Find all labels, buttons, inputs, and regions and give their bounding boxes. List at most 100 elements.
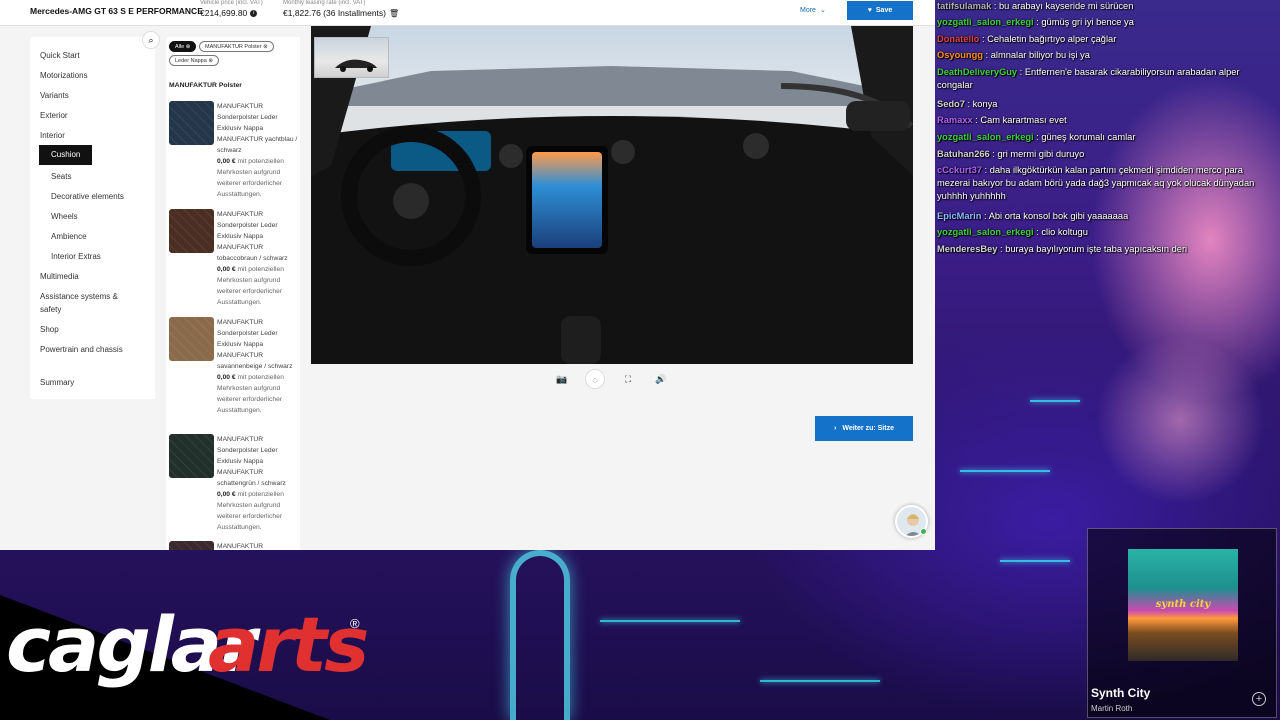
upholstery-swatch <box>169 101 214 145</box>
sidebar-item-summary[interactable]: Summary <box>40 376 140 389</box>
chat-username[interactable]: Batuhan266 <box>937 149 990 159</box>
chat-text: gri mermi gibi duruyo <box>997 149 1085 159</box>
leasing-block: Monthly leasing rate (incl. VAT) €1,822.… <box>283 0 399 18</box>
option-card[interactable]: MANUFAKTUR Sonderpolster Leder Exklusiv … <box>169 209 299 319</box>
option-text: MANUFAKTUR Sonderpolster Leder Exklusiv … <box>217 317 299 416</box>
chat-text: clio koltugu <box>1041 227 1088 237</box>
option-card[interactable]: MANUFAKTUR <box>169 541 299 550</box>
chat-separator: : <box>991 1 1000 11</box>
trash-icon[interactable]: 🗑 <box>389 9 399 18</box>
leasing-value: €1,822.76 (36 Installments) <box>283 8 387 18</box>
sidebar-item-assistance[interactable]: Assistance systems & safety <box>40 290 140 316</box>
sidebar-nav: ⌕ Quick Start Motorizations Variants Ext… <box>30 31 160 399</box>
chat-username[interactable]: tatifsulamak <box>937 1 991 11</box>
upholstery-swatch <box>169 541 214 550</box>
option-card[interactable]: MANUFAKTUR Sonderpolster Leder Exklusiv … <box>169 101 299 211</box>
sidebar-item-multimedia[interactable]: Multimedia <box>40 270 140 283</box>
options-heading: MANUFAKTUR Polster <box>169 82 242 89</box>
chat-username[interactable]: yozgatli_salon_erkegi <box>937 132 1034 142</box>
option-text: MANUFAKTUR <box>217 541 299 550</box>
fullscreen-icon[interactable]: ⛶ <box>618 369 638 389</box>
chat-text: Cehaletin bağırtıyo alper çağlar <box>987 34 1117 44</box>
neon-line <box>600 620 740 622</box>
chat-text: bu arabayı kayseride mi sürücen <box>999 1 1134 11</box>
option-title: MANUFAKTUR Sonderpolster Leder Exklusiv … <box>217 103 298 154</box>
option-text: MANUFAKTUR Sonderpolster Leder Exklusiv … <box>217 101 299 200</box>
sidebar-item-exterior[interactable]: Exterior <box>40 109 140 122</box>
option-title: MANUFAKTUR Sonderpolster Leder Exklusiv … <box>217 319 293 370</box>
interior-3d-viewer[interactable] <box>311 26 913 364</box>
chat-username[interactable]: cCckurt37 <box>937 165 982 175</box>
sidebar-item-interior[interactable]: Interior <box>40 129 140 142</box>
chat-username[interactable]: MenderesBey <box>937 244 997 254</box>
chevron-right-icon: › <box>834 425 837 432</box>
model-name: Mercedes-AMG GT 63 S E PERFORMANCE <box>30 6 203 16</box>
leasing-label: Monthly leasing rate (incl. VAT) <box>283 0 366 6</box>
chat-text: konya <box>972 99 998 109</box>
logo-arts: arts <box>208 600 369 689</box>
option-price: 0,00 € <box>217 491 236 498</box>
heart-icon: ♥ <box>867 7 872 14</box>
more-menu[interactable]: More ⌄ <box>800 6 826 15</box>
filter-chip-alle[interactable]: Alle ⊗ <box>169 41 197 52</box>
logo-registered: ® <box>350 616 360 631</box>
neon-line <box>960 470 1050 472</box>
filter-chip-manufaktur[interactable]: MANUFAKTUR Polster ⊗ <box>199 41 274 52</box>
sidebar-item-variants[interactable]: Variants <box>40 89 140 102</box>
stream-chat: tatifsulamak : bu arabayı kayseride mi s… <box>937 0 1280 260</box>
option-card[interactable]: MANUFAKTUR Sonderpolster Leder Exklusiv … <box>169 434 299 544</box>
chat-username[interactable]: EpicMarin <box>937 211 981 221</box>
air-vent <box>743 133 769 159</box>
sidebar-item-interior-extras[interactable]: Interior Extras <box>51 250 151 263</box>
sidebar-item-cushion[interactable]: Cushion <box>39 145 92 165</box>
car-interior-render <box>311 26 913 364</box>
configurator-window: Mercedes-AMG GT 63 S E PERFORMANCE Vehic… <box>0 0 935 550</box>
view-thumbnail[interactable] <box>314 37 389 78</box>
info-icon[interactable]: i <box>250 9 258 17</box>
chip-label: Leder Nappa <box>175 58 207 64</box>
album-art: synth city <box>1128 549 1238 661</box>
chat-username[interactable]: Donatello <box>937 34 979 44</box>
chat-username[interactable]: DeathDeliveryGuy <box>937 67 1017 77</box>
save-button[interactable]: ♥ Save <box>847 1 913 20</box>
chat-username[interactable]: Osyoungg <box>937 50 983 60</box>
search-icon[interactable]: ⌕ <box>142 31 160 49</box>
light-icon[interactable]: ◌ <box>585 369 605 389</box>
save-label: Save <box>875 7 893 14</box>
sidebar-item-decorative-elements[interactable]: Decorative elements <box>51 190 151 203</box>
sidebar-item-wheels[interactable]: Wheels <box>51 210 151 223</box>
viewer-controls: 📷 ◌ ⛶ 🔊 <box>552 369 672 389</box>
sidebar-item-seats[interactable]: Seats <box>51 170 151 183</box>
camera-icon[interactable]: 📷 <box>552 369 572 389</box>
option-card[interactable]: MANUFAKTUR Sonderpolster Leder Exklusiv … <box>169 317 299 427</box>
chat-message: Osyoungg : almnalar biliyor bu işi ya <box>937 49 1267 62</box>
sidebar-item-motorizations[interactable]: Motorizations <box>40 69 140 82</box>
option-title: MANUFAKTUR Sonderpolster Leder Exklusiv … <box>217 211 288 262</box>
air-vent <box>611 140 635 164</box>
chat-message: yozgatli_salon_erkegi : gümüş gri iyi be… <box>937 16 1267 29</box>
chat-username[interactable]: Sedo7 <box>937 99 965 109</box>
sidebar-item-quick-start[interactable]: Quick Start <box>40 49 140 62</box>
chat-separator: : <box>964 99 973 109</box>
chat-username[interactable]: Ramaxx <box>937 115 973 125</box>
gear-selector <box>561 316 601 364</box>
upholstery-swatch <box>169 209 214 253</box>
option-price: 0,00 € <box>217 266 236 273</box>
filter-chip-leder-nappa[interactable]: Leder Nappa ⊗ <box>169 55 219 66</box>
neon-line <box>1030 400 1080 402</box>
sidebar-item-powertrain[interactable]: Powertrain and chassis <box>40 343 140 356</box>
leasing-row: €1,822.76 (36 Installments) 🗑 <box>283 8 399 18</box>
chat-username[interactable]: yozgatli_salon_erkegi <box>937 227 1034 237</box>
next-step-button[interactable]: › Weiter zu: Sitze <box>815 416 913 441</box>
add-icon[interactable]: + <box>1252 692 1266 706</box>
chat-text: buraya bayılıyorum işte taba yapıcaksın … <box>1005 244 1188 254</box>
sidebar-item-ambience[interactable]: Ambience <box>51 230 151 243</box>
sidebar-item-shop[interactable]: Shop <box>40 323 140 336</box>
neon-line <box>1000 560 1070 562</box>
sound-icon[interactable]: 🔊 <box>651 369 671 389</box>
vehicle-price-block: Vehicle price (incl. VAT) €214,699.80 i <box>200 0 263 18</box>
chat-separator: : <box>979 34 988 44</box>
chat-username[interactable]: yozgatli_salon_erkegi <box>937 17 1034 27</box>
chevron-down-icon: ⌄ <box>819 7 826 14</box>
option-text: MANUFAKTUR Sonderpolster Leder Exklusiv … <box>217 434 299 533</box>
